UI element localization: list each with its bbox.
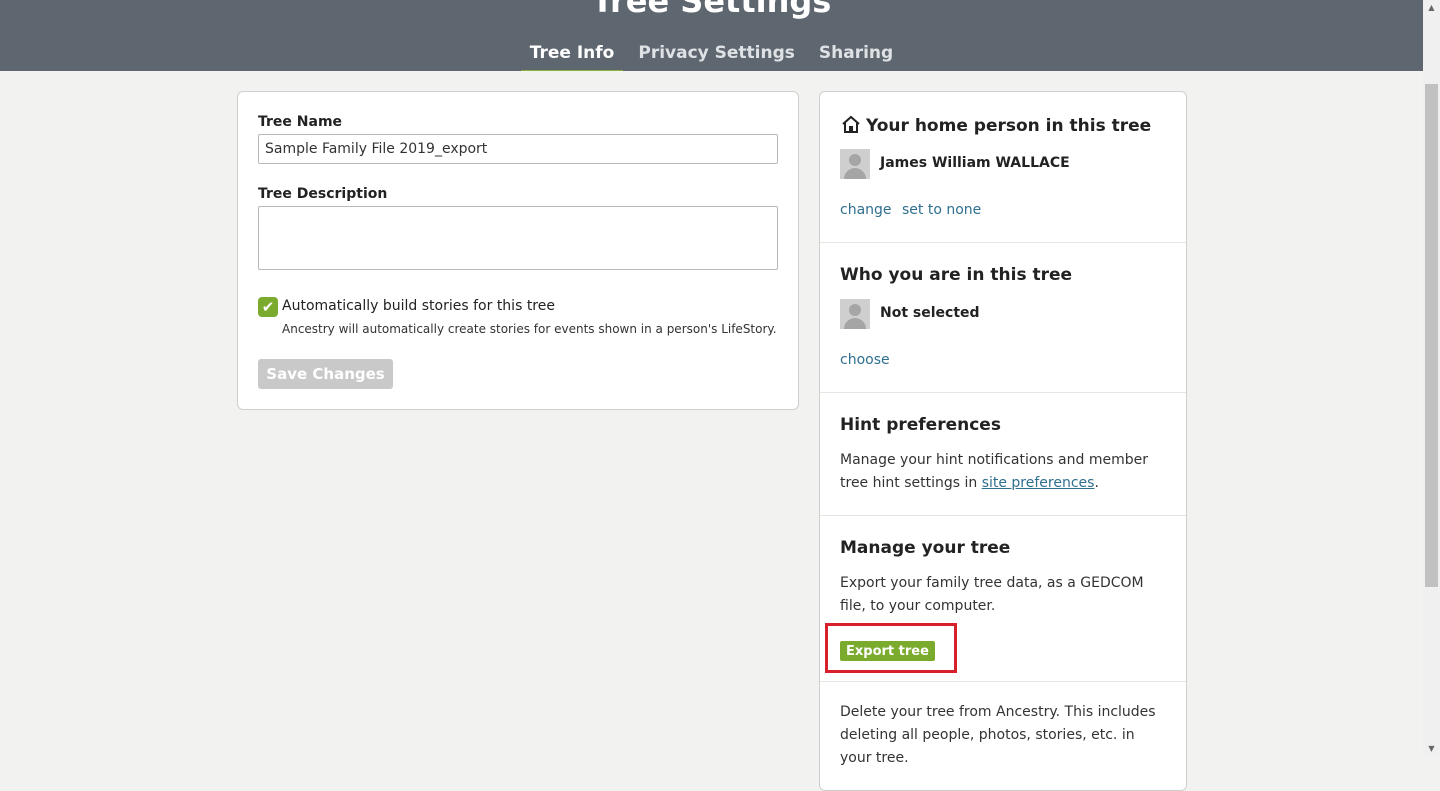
who-you-are-name: Not selected xyxy=(880,305,980,321)
home-person-title-text: Your home person in this tree xyxy=(866,116,1152,136)
scroll-up-arrow-icon[interactable]: ▲ xyxy=(1423,0,1440,16)
header-bar: Tree Settings Tree Info Privacy Settings… xyxy=(0,0,1423,71)
page-title: Tree Settings xyxy=(591,0,832,20)
auto-stories-help-text: Ancestry will automatically create stori… xyxy=(282,322,777,336)
auto-stories-label: Automatically build stories for this tre… xyxy=(282,298,555,314)
tree-name-input[interactable] xyxy=(258,134,778,164)
home-person-title: Your home person in this tree xyxy=(840,115,1151,136)
tab-sharing[interactable]: Sharing xyxy=(810,40,902,70)
save-changes-button[interactable]: Save Changes xyxy=(258,359,393,389)
export-tree-button[interactable]: Export tree xyxy=(840,641,935,661)
tab-privacy-settings[interactable]: Privacy Settings xyxy=(629,40,804,70)
vertical-scrollbar[interactable]: ▲ ▼ xyxy=(1423,0,1440,757)
manage-tree-text: Export your family tree data, as a GEDCO… xyxy=(840,575,1144,614)
scroll-down-arrow-icon[interactable]: ▼ xyxy=(1423,741,1440,757)
auto-stories-checkbox[interactable]: ✔ xyxy=(258,297,278,317)
site-preferences-link[interactable]: site preferences xyxy=(982,475,1095,491)
hint-preferences-text: Manage your hint notifications and membe… xyxy=(840,449,1170,495)
who-you-are-title: Who you are in this tree xyxy=(840,265,1073,285)
set-to-none-link[interactable]: set to none xyxy=(902,202,981,218)
scroll-thumb[interactable] xyxy=(1425,84,1438,587)
tree-description-textarea[interactable] xyxy=(258,206,778,270)
checkmark-icon: ✔ xyxy=(261,298,275,316)
person-silhouette-icon xyxy=(840,149,870,179)
delete-tree-text: Delete your tree from Ancestry. This inc… xyxy=(840,704,1156,766)
tree-description-label: Tree Description xyxy=(258,186,388,202)
hint-preferences-section: Hint preferences Manage your hint notifi… xyxy=(820,392,1186,516)
person-silhouette-icon xyxy=(840,299,870,329)
hint-preferences-title: Hint preferences xyxy=(840,415,1001,435)
manage-tree-title: Manage your tree xyxy=(840,538,1011,558)
change-home-person-link[interactable]: change xyxy=(840,202,892,218)
home-person-section: Your home person in this tree James Will… xyxy=(820,92,1186,243)
home-icon xyxy=(842,115,860,133)
who-you-are-section: Who you are in this tree Not selected ch… xyxy=(820,242,1186,393)
tab-tree-info[interactable]: Tree Info xyxy=(520,40,624,71)
tab-bar: Tree Info Privacy Settings Sharing xyxy=(0,40,1423,71)
home-person-name: James William WALLACE xyxy=(880,155,1070,171)
choose-link[interactable]: choose xyxy=(840,352,890,368)
hint-text-end: . xyxy=(1094,475,1099,491)
tree-options-card: Your home person in this tree James Will… xyxy=(819,91,1187,791)
tree-info-card: Tree Name Tree Description ✔ Automatical… xyxy=(237,91,799,410)
tree-name-label: Tree Name xyxy=(258,114,343,130)
